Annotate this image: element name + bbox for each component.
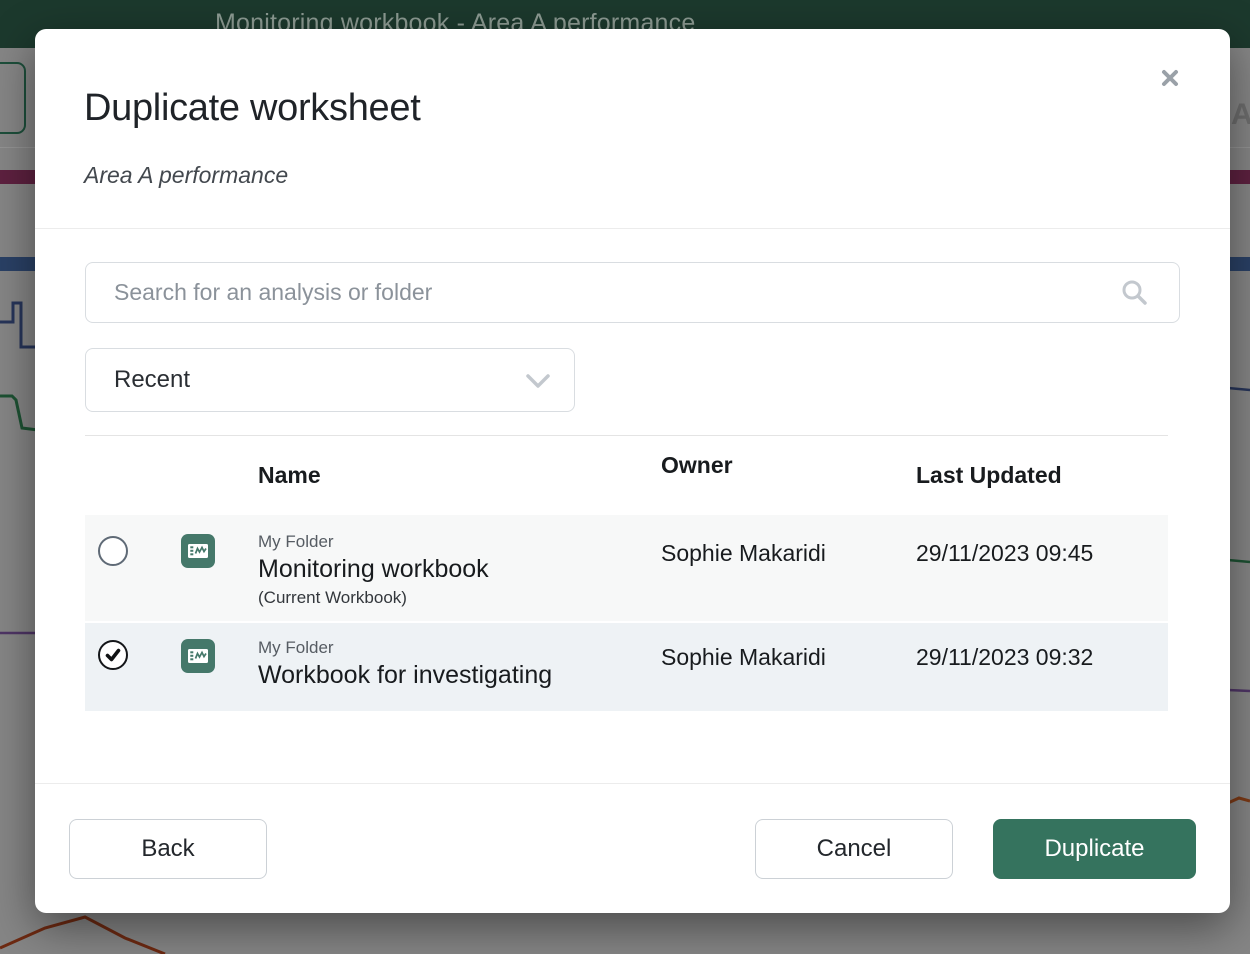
close-button[interactable]: [1153, 61, 1187, 95]
radio-selected[interactable]: [98, 640, 128, 670]
dialog-title: Duplicate worksheet: [84, 87, 420, 130]
search-icon: [1119, 277, 1149, 307]
screen: Monitoring workbook - Area A performance…: [0, 0, 1250, 954]
column-header-last-updated: Last Updated: [916, 462, 1168, 489]
footer-divider: [35, 783, 1230, 784]
table-header-row: Name Owner Last Updated: [85, 435, 1168, 515]
workbook-icon: [181, 639, 215, 673]
workbook-icon: [181, 534, 215, 568]
sort-filter-dropdown[interactable]: Recent: [85, 348, 575, 412]
dropdown-selected-value: Recent: [86, 366, 190, 394]
column-header-name: Name: [258, 462, 661, 489]
row-name: Monitoring workbook: [258, 553, 661, 586]
header-divider: [35, 228, 1230, 229]
row-last-updated: 29/11/2023 09:32: [916, 623, 1168, 711]
row-owner: Sophie Makaridi: [661, 515, 916, 621]
row-note: (Current Workbook): [258, 586, 661, 610]
row-last-updated: 29/11/2023 09:45: [916, 515, 1168, 621]
duplicate-button[interactable]: Duplicate: [993, 819, 1196, 879]
row-folder: My Folder: [258, 530, 661, 553]
check-icon: [103, 645, 123, 665]
duplicate-worksheet-dialog: Duplicate worksheet Area A performance R…: [35, 29, 1230, 913]
cancel-button[interactable]: Cancel: [755, 819, 953, 879]
row-owner: Sophie Makaridi: [661, 623, 916, 711]
column-header-owner: Owner: [661, 452, 916, 479]
table-row[interactable]: My Folder Monitoring workbook (Current W…: [85, 515, 1168, 621]
radio-unselected[interactable]: [98, 536, 128, 566]
chevron-down-icon: [526, 374, 550, 389]
search-input[interactable]: [85, 262, 1180, 323]
row-name: Workbook for investigating: [258, 659, 661, 692]
table-row[interactable]: My Folder Workbook for investigating Sop…: [85, 623, 1168, 711]
row-folder: My Folder: [258, 636, 661, 659]
back-button[interactable]: Back: [69, 819, 267, 879]
close-icon: [1160, 68, 1180, 88]
dialog-subtitle: Area A performance: [84, 162, 288, 189]
